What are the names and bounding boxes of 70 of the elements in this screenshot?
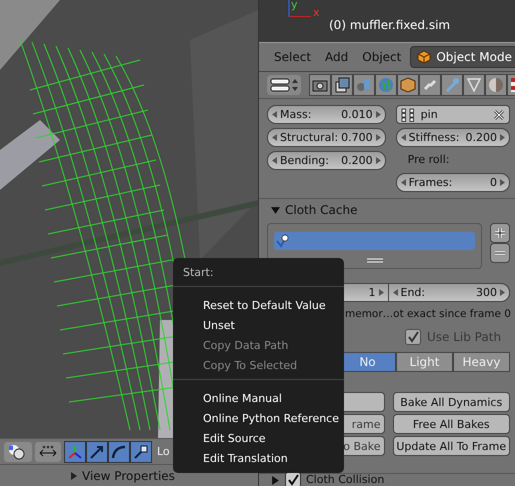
image-icon[interactable] bbox=[331, 74, 353, 96]
pivot-icon[interactable] bbox=[35, 442, 61, 462]
object-label: (0) muffler.fixed.sim bbox=[329, 18, 450, 32]
expand-arrow-icon[interactable] bbox=[271, 206, 280, 214]
bake-button[interactable]: Free All Bakes bbox=[392, 414, 510, 434]
decrement-arrow-icon[interactable] bbox=[400, 179, 406, 186]
menu-item[interactable]: Online Python Reference bbox=[173, 408, 344, 428]
menu-item[interactable]: Reset to Default Value bbox=[173, 295, 344, 315]
toggle-icon[interactable] bbox=[267, 75, 301, 95]
globe-icon[interactable] bbox=[375, 74, 397, 96]
checkbox-label: Use Lib Path bbox=[427, 330, 502, 344]
number-field[interactable]: End: 300 bbox=[388, 283, 510, 302]
menu-item[interactable]: Select bbox=[267, 50, 318, 64]
menu-item[interactable]: Edit Translation bbox=[173, 448, 344, 468]
vertex-group-icon bbox=[400, 108, 415, 122]
cache-info-text: memor…ot exact since frame 0 bbox=[345, 308, 511, 320]
menu-item[interactable]: Online Manual bbox=[173, 388, 344, 408]
increment-arrow-icon[interactable] bbox=[376, 111, 381, 118]
increment-arrow-icon[interactable] bbox=[378, 289, 384, 296]
plus-icon bbox=[494, 227, 506, 239]
menu-title: Start: bbox=[182, 266, 215, 281]
number-field[interactable]: Mass: 0.010 bbox=[267, 105, 386, 124]
axis-line-icon bbox=[289, 15, 311, 18]
panel-title: View Properties bbox=[82, 468, 175, 482]
decrement-arrow-icon[interactable] bbox=[392, 289, 398, 296]
number-field[interactable]: Structural: 0.700 bbox=[267, 128, 386, 147]
cube-icon bbox=[417, 50, 432, 64]
axis-icon bbox=[287, 0, 291, 18]
axis-label: x bbox=[313, 6, 320, 19]
increment-arrow-icon[interactable] bbox=[500, 179, 505, 186]
pin-check-icon bbox=[276, 234, 290, 248]
wrench-icon[interactable] bbox=[441, 74, 463, 96]
resize-handle-icon[interactable] bbox=[366, 258, 382, 263]
orientation-dropdown[interactable]: Lo bbox=[155, 445, 172, 458]
increment-arrow-icon[interactable] bbox=[376, 157, 381, 164]
bake-button[interactable]: Bake All Dynamics bbox=[392, 392, 510, 412]
increment-arrow-icon[interactable] bbox=[376, 134, 381, 141]
add-button[interactable] bbox=[490, 223, 510, 243]
chain-icon[interactable] bbox=[419, 74, 441, 96]
panel-title: Cloth Cache bbox=[285, 203, 358, 217]
menu-item[interactable]: Add bbox=[318, 50, 356, 64]
decrement-arrow-icon[interactable] bbox=[272, 134, 277, 141]
remove-button[interactable] bbox=[490, 243, 510, 263]
close-icon[interactable] bbox=[493, 108, 505, 120]
mode-dropdown[interactable]: Object Mode bbox=[410, 46, 515, 68]
expand-arrow-icon[interactable] bbox=[271, 476, 280, 484]
axes-icon[interactable] bbox=[64, 440, 86, 462]
increment-arrow-icon[interactable] bbox=[500, 289, 505, 296]
menu-item[interactable]: Unset bbox=[173, 315, 344, 335]
checkbox[interactable] bbox=[285, 472, 301, 486]
increment-arrow-icon[interactable] bbox=[500, 134, 505, 141]
decrement-arrow-icon[interactable] bbox=[400, 134, 406, 141]
bake-button[interactable]: Update All To Frame bbox=[392, 436, 510, 456]
scale-icon[interactable] bbox=[130, 440, 152, 462]
number-field[interactable]: Frames: 0 bbox=[396, 173, 510, 192]
shading-icon[interactable] bbox=[4, 442, 32, 462]
number-field[interactable]: Bending: 0.200 bbox=[267, 151, 386, 170]
camera-icon[interactable] bbox=[309, 74, 331, 96]
axis-label: y bbox=[291, 0, 298, 11]
arc-icon[interactable] bbox=[108, 440, 130, 462]
vertex-group-field[interactable]: pin bbox=[396, 105, 510, 124]
decrement-arrow-icon[interactable] bbox=[272, 157, 277, 164]
field-label: Pre roll: bbox=[406, 152, 450, 168]
decrement-arrow-icon[interactable] bbox=[272, 111, 277, 118]
number-field[interactable]: Stiffness: 0.200 bbox=[396, 128, 510, 147]
collapse-arrow-icon[interactable] bbox=[70, 472, 78, 480]
menu-item[interactable]: Edit Source bbox=[173, 428, 344, 448]
cube-icon[interactable] bbox=[397, 74, 419, 96]
menu-item[interactable]: Object bbox=[355, 50, 408, 64]
panel-title: Cloth Collision bbox=[306, 474, 384, 486]
